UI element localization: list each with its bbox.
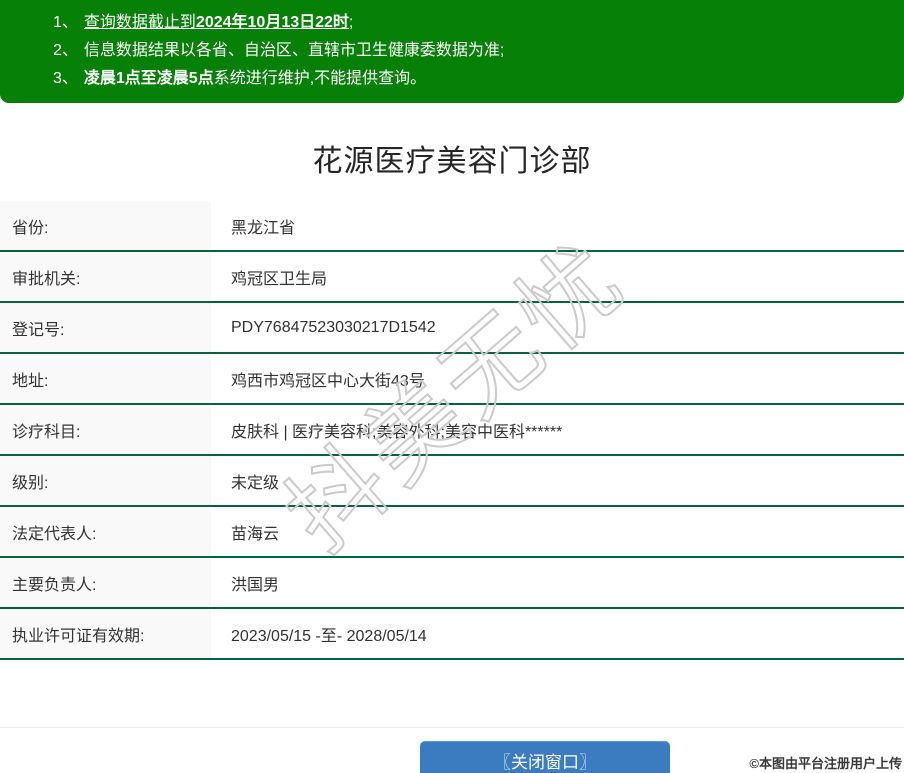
row-value: 皮肤科 | 医疗美容科;美容外科;美容中医科****** (211, 404, 904, 455)
notice-line-3: 3、凌晨1点至凌晨5点系统进行维护,不能提供查询。 (0, 65, 904, 93)
notice-maintenance-hours: 凌晨1点至凌晨5点 (84, 70, 214, 87)
query-result-page: 1、查询数据截止到2024年10月13日22时; 2、信息数据结果以各省、自治区… (0, 0, 904, 773)
notice-text: 信息数据结果以各省、自治区、直辖市卫生健康委数据为准; (84, 42, 504, 59)
notice-number: 1、 (53, 14, 78, 31)
row-label: 执业许可证有效期: (0, 608, 211, 659)
notice-text: 查询数据截止到 (84, 14, 196, 31)
row-label: 审批机关: (0, 251, 211, 302)
table-row-level: 级别: 未定级 (0, 455, 904, 506)
footer-divider (0, 727, 904, 728)
row-value: 苗海云 (211, 506, 904, 557)
row-label: 法定代表人: (0, 506, 211, 557)
table-row-registration-number: 登记号: PDY76847523030217D1542 (0, 302, 904, 353)
notice-number: 3、 (53, 70, 78, 87)
row-label: 省份: (0, 201, 211, 251)
row-value: 未定级 (211, 455, 904, 506)
notice-line-1: 1、查询数据截止到2024年10月13日22时; (0, 9, 904, 37)
row-value: 黑龙江省 (211, 201, 904, 251)
row-value: 2023/05/15 -至- 2028/05/14 (211, 608, 904, 659)
row-value: 鸡西市鸡冠区中心大街43号 (211, 353, 904, 404)
upload-credit-watermark: ©本图由平台注册用户上传 (749, 753, 902, 772)
row-value: 鸡冠区卫生局 (211, 251, 904, 302)
institution-name-title: 花源医疗美容门诊部 (0, 143, 904, 181)
notice-deadline-date: 2024年10月13日22时 (196, 14, 349, 31)
table-row-license-validity: 执业许可证有效期: 2023/05/15 -至- 2028/05/14 (0, 608, 904, 659)
table-row-address: 地址: 鸡西市鸡冠区中心大街43号 (0, 353, 904, 404)
table-row-province: 省份: 黑龙江省 (0, 201, 904, 251)
table-row-medical-departments: 诊疗科目: 皮肤科 | 医疗美容科;美容外科;美容中医科****** (0, 404, 904, 455)
notice-line-2: 2、信息数据结果以各省、自治区、直辖市卫生健康委数据为准; (0, 37, 904, 65)
institution-detail-table: 省份: 黑龙江省 审批机关: 鸡冠区卫生局 登记号: PDY7684752303… (0, 201, 904, 660)
notice-number: 2、 (53, 42, 78, 59)
row-value: PDY76847523030217D1542 (211, 302, 904, 353)
row-label: 登记号: (0, 302, 211, 353)
table-row-legal-representative: 法定代表人: 苗海云 (0, 506, 904, 557)
row-label: 主要负责人: (0, 557, 211, 608)
table-row-approval-authority: 审批机关: 鸡冠区卫生局 (0, 251, 904, 302)
row-value: 洪国男 (211, 557, 904, 608)
notice-text: 系统进行维护,不能提供查询。 (214, 70, 426, 87)
row-label: 诊疗科目: (0, 404, 211, 455)
notice-punctuation: ; (349, 14, 353, 31)
table-row-person-in-charge: 主要负责人: 洪国男 (0, 557, 904, 608)
row-label: 地址: (0, 353, 211, 404)
row-label: 级别: (0, 455, 211, 506)
close-window-button[interactable]: 〖关闭窗口〗 (420, 741, 670, 773)
notice-banner: 1、查询数据截止到2024年10月13日22时; 2、信息数据结果以各省、自治区… (0, 0, 904, 103)
